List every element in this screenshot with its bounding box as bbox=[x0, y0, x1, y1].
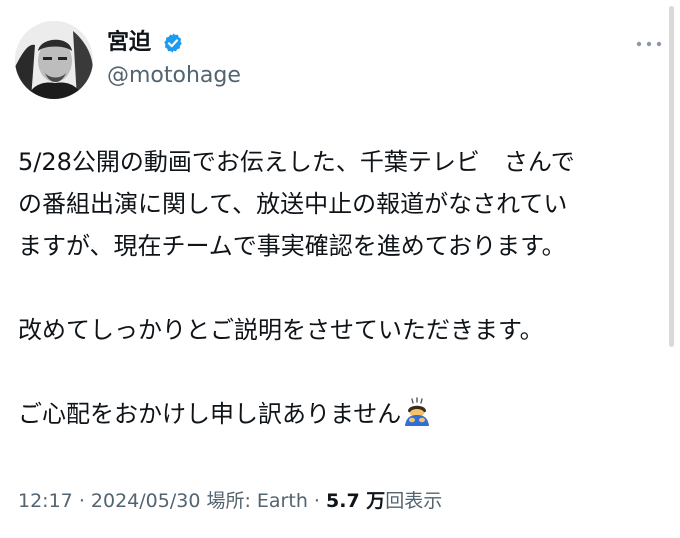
tweet-location: 場所: Earth bbox=[206, 490, 308, 512]
tweet-line: ますが、現在チームで事実確認を進めております。 bbox=[18, 232, 566, 260]
avatar-portrait bbox=[15, 21, 93, 99]
avatar[interactable] bbox=[15, 21, 93, 99]
tweet-metadata: 12:17 · 2024/05/30 場所: Earth · 5.7 万回表示 bbox=[18, 487, 442, 515]
tweet-line: 改めてしっかりとご説明をさせていただきます。 bbox=[18, 316, 544, 344]
separator: · bbox=[78, 490, 85, 512]
more-horizontal-icon[interactable] bbox=[634, 37, 664, 51]
tweet-time[interactable]: 12:17 bbox=[18, 490, 73, 512]
display-name[interactable]: 宮迫 bbox=[107, 28, 151, 58]
person-bowing-icon bbox=[405, 397, 430, 426]
tweet-text: 5/28公開の動画でお伝えした、千葉テレビ さんで の番組出演に関して、放送中止… bbox=[18, 141, 658, 435]
scrollbar[interactable] bbox=[669, 6, 674, 347]
views-count[interactable]: 5.7 万 bbox=[326, 490, 385, 512]
tweet-line-last: ご心配をおかけし申し訳ありません bbox=[18, 393, 658, 435]
tweet-date[interactable]: 2024/05/30 bbox=[91, 490, 201, 512]
username-handle[interactable]: @motohage bbox=[107, 62, 241, 90]
verified-badge-icon bbox=[164, 33, 182, 53]
separator: · bbox=[313, 490, 320, 512]
tweet-line: の番組出演に関して、放送中止の報道がなされてい bbox=[18, 190, 568, 218]
tweet-line-text: ご心配をおかけし申し訳ありません bbox=[18, 400, 402, 428]
views-label: 回表示 bbox=[385, 490, 443, 512]
tweet-line: 5/28公開の動画でお伝えした、千葉テレビ さんで bbox=[18, 148, 575, 176]
